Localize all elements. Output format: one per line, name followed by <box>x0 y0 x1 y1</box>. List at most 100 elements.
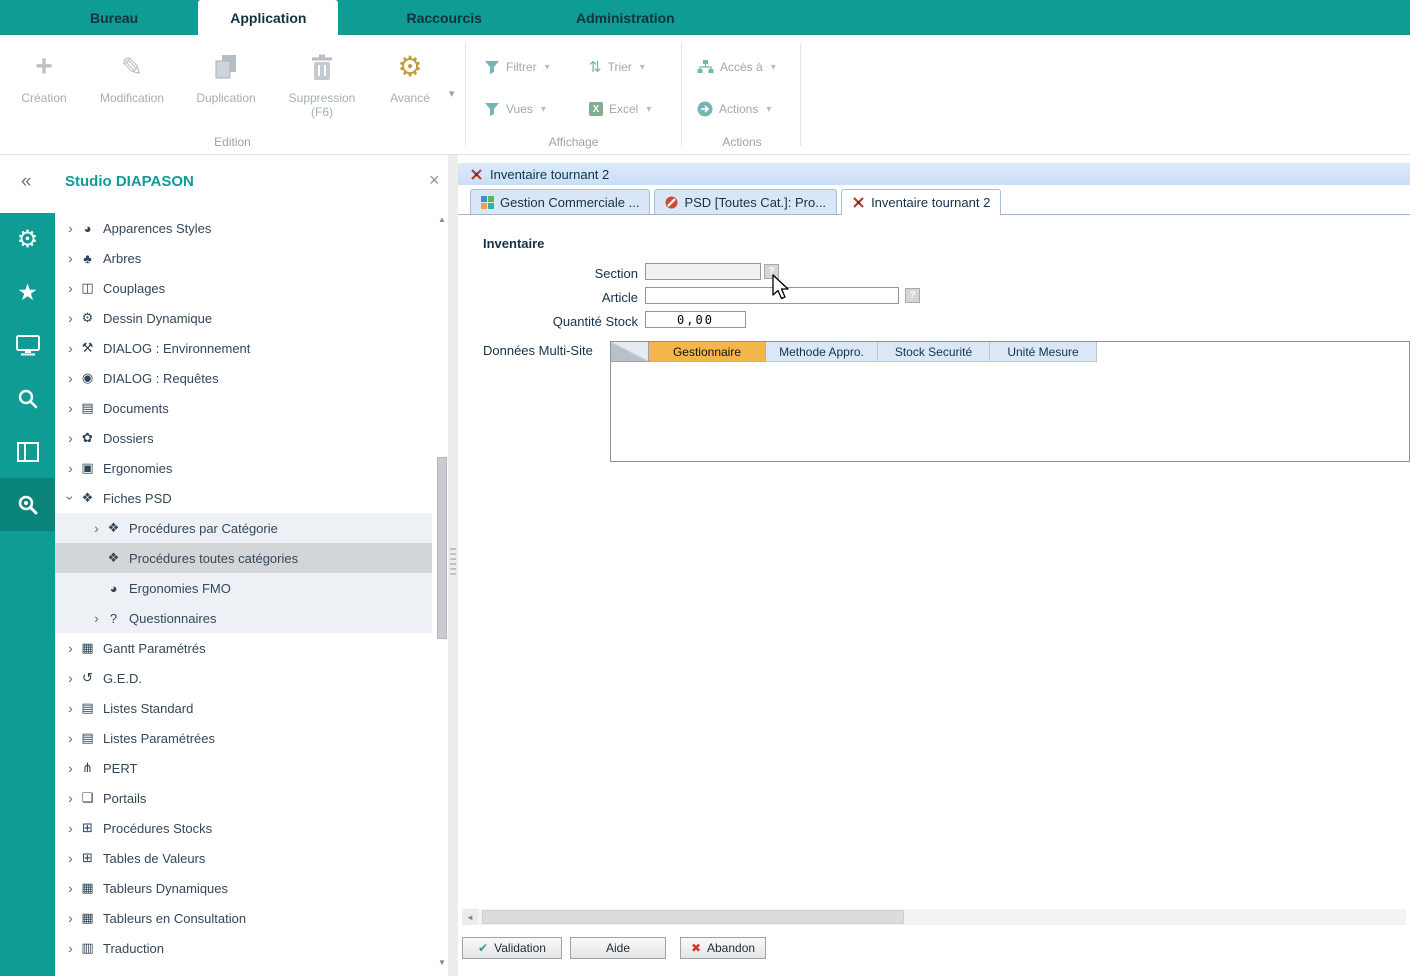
tree-item[interactable]: ›?Questionnaires <box>55 603 432 633</box>
scroll-up-icon[interactable]: ▲ <box>436 215 448 224</box>
chevron-right-icon[interactable]: › <box>63 430 78 446</box>
tree-item[interactable]: ›▥Traduction <box>55 933 432 963</box>
tree-item[interactable]: ›▦Gantt Paramétrés <box>55 633 432 663</box>
modification-button[interactable]: ✎ Modification <box>90 43 174 105</box>
article-help-button[interactable]: ? <box>905 288 920 303</box>
menu-tab-raccourcis[interactable]: Raccourcis <box>374 0 513 35</box>
chevron-right-icon[interactable]: › <box>63 400 78 416</box>
column-header-methode-appro[interactable]: Methode Appro. <box>766 342 878 362</box>
rail-desktop-button[interactable] <box>0 319 55 372</box>
suppression-button[interactable]: Suppression (F6) <box>276 43 368 119</box>
check-icon: ✔ <box>478 941 488 955</box>
tree-item[interactable]: ›▣Ergonomies <box>55 453 432 483</box>
scrollbar-thumb[interactable] <box>437 457 447 639</box>
chevron-right-icon[interactable]: › <box>89 520 104 536</box>
chevron-right-icon[interactable]: › <box>63 940 78 956</box>
tree-item-fiches-psd[interactable]: ›❖Fiches PSD <box>55 483 432 513</box>
tree-item[interactable]: ›▤Listes Standard <box>55 693 432 723</box>
tree-item[interactable]: ›⊞Procédures Stocks <box>55 813 432 843</box>
chevron-right-icon[interactable]: › <box>63 910 78 926</box>
rail-favorites-button[interactable]: ★ <box>0 266 55 319</box>
acces-a-button[interactable]: Accès à ▾ <box>697 55 776 79</box>
tree-item[interactable]: ›▤Documents <box>55 393 432 423</box>
tree-item[interactable]: ›♣Arbres <box>55 243 432 273</box>
trier-button[interactable]: ⇅ Trier ▾ <box>589 55 645 79</box>
excel-button[interactable]: X Excel ▾ <box>589 97 651 121</box>
rail-gear-button[interactable]: ⚙ <box>0 213 55 266</box>
chevron-right-icon[interactable]: › <box>63 310 78 326</box>
chevron-right-icon[interactable]: › <box>63 850 78 866</box>
chevron-expanded-icon[interactable]: › <box>63 491 79 506</box>
section-input[interactable] <box>645 263 761 280</box>
tree-item[interactable]: ›✿Dossiers <box>55 423 432 453</box>
tab-inventaire-tournant[interactable]: Inventaire tournant 2 <box>841 189 1001 214</box>
splitter-grip-icon[interactable] <box>450 548 456 578</box>
rail-panels-button[interactable] <box>0 425 55 478</box>
chevron-right-icon[interactable]: › <box>63 460 78 476</box>
chevron-right-icon[interactable]: › <box>63 340 78 356</box>
section-lookup-button[interactable]: ? <box>764 264 779 279</box>
creation-button[interactable]: + Création <box>6 43 82 105</box>
chevron-right-icon[interactable]: › <box>63 730 78 746</box>
chevron-right-icon[interactable]: › <box>63 760 78 776</box>
menu-tab-bureau[interactable]: Bureau <box>58 0 170 35</box>
chevron-right-icon[interactable]: › <box>63 670 78 686</box>
tree-item[interactable]: ›▦Tableurs en Consultation <box>55 903 432 933</box>
vues-button[interactable]: Vues ▾ <box>484 97 546 121</box>
tab-gestion-commerciale[interactable]: Gestion Commerciale ... <box>470 189 650 214</box>
close-panel-icon[interactable]: × <box>429 170 440 191</box>
aide-button[interactable]: Aide <box>570 937 666 959</box>
abandon-button[interactable]: ✖ Abandon <box>680 937 766 959</box>
filtrer-button[interactable]: Filtrer ▾ <box>484 55 550 79</box>
tree-item[interactable]: ›◕Apparences Styles <box>55 213 432 243</box>
chevron-right-icon[interactable]: › <box>63 820 78 836</box>
scroll-left-icon[interactable]: ◄ <box>462 909 478 925</box>
tree-item[interactable]: ›❖Procédures par Catégorie <box>55 513 432 543</box>
chevron-right-icon[interactable]: › <box>63 250 78 266</box>
collapse-panel-icon[interactable]: « <box>21 171 32 193</box>
tree-item[interactable]: ›⊞Tables de Valeurs <box>55 843 432 873</box>
tree-item[interactable]: ›⚒DIALOG : Environnement <box>55 333 432 363</box>
tree-item[interactable]: ›⋔PERT <box>55 753 432 783</box>
horizontal-scrollbar[interactable]: ◄ <box>462 909 1406 925</box>
validation-button[interactable]: ✔ Validation <box>462 937 562 959</box>
tab-psd-toutes-cat[interactable]: PSD [Toutes Cat.]: Pro... <box>654 189 837 214</box>
column-header-gestionnaire[interactable]: Gestionnaire <box>649 342 766 362</box>
duplication-button[interactable]: Duplication <box>184 43 268 105</box>
column-header-stock-securite[interactable]: Stock Securité <box>878 342 990 362</box>
chevron-right-icon[interactable]: › <box>63 790 78 806</box>
column-header-unite-mesure[interactable]: Unité Mesure <box>990 342 1097 362</box>
menu-tab-administration[interactable]: Administration <box>544 0 707 35</box>
article-input[interactable] <box>645 287 899 304</box>
tree-item[interactable]: ›❏Portails <box>55 783 432 813</box>
tree-item[interactable]: ›▦Tableurs Dynamiques <box>55 873 432 903</box>
tree-item[interactable]: ◕Ergonomies FMO <box>55 573 432 603</box>
scroll-down-icon[interactable]: ▼ <box>436 958 448 967</box>
actions-button[interactable]: Actions ▾ <box>697 97 771 121</box>
tree-item[interactable]: ›▤Listes Paramétrées <box>55 723 432 753</box>
tree-item[interactable]: ›◫Couplages <box>55 273 432 303</box>
tree-item[interactable]: ›◉DIALOG : Requêtes <box>55 363 432 393</box>
rail-search-button[interactable] <box>0 372 55 425</box>
avance-button[interactable]: ⚙ Avancé <box>374 43 446 105</box>
multi-site-table[interactable]: Gestionnaire Methode Appro. Stock Securi… <box>610 341 1410 462</box>
chevron-right-icon[interactable]: › <box>63 220 78 236</box>
panel-splitter[interactable] <box>448 155 458 976</box>
rail-data-search-button[interactable] <box>0 478 55 531</box>
trash-icon <box>311 54 333 81</box>
table-corner-cell[interactable] <box>611 342 649 362</box>
tree-item[interactable]: ›⚙Dessin Dynamique <box>55 303 432 333</box>
chevron-right-icon[interactable]: › <box>63 280 78 296</box>
chevron-right-icon[interactable]: › <box>63 880 78 896</box>
chevron-right-icon[interactable]: › <box>63 700 78 716</box>
avance-dropdown-icon[interactable]: ▾ <box>449 87 455 100</box>
menu-tab-application[interactable]: Application <box>198 0 338 35</box>
tree-item-selected[interactable]: ❖Procédures toutes catégories <box>55 543 432 573</box>
tree-scrollbar[interactable]: ▲ ▼ <box>436 215 448 967</box>
scrollbar-thumb[interactable] <box>482 910 904 924</box>
chevron-right-icon[interactable]: › <box>63 640 78 656</box>
tree-item[interactable]: ›↺G.E.D. <box>55 663 432 693</box>
quantite-stock-input[interactable] <box>645 311 746 328</box>
chevron-right-icon[interactable]: › <box>63 370 78 386</box>
chevron-right-icon[interactable]: › <box>89 610 104 626</box>
